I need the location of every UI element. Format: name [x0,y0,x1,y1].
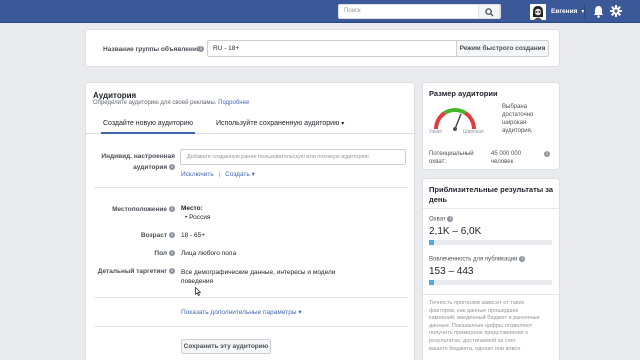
audience-title: Аудитория [93,91,137,100]
gauge-segment-wide [463,111,476,130]
exclude-link[interactable]: Исключить [181,171,214,178]
reach-bar-track [429,240,552,245]
custom-audience-label-1: Индивид. настроенная [101,153,175,160]
gender-label: Пол [154,250,168,257]
engagement-value: 153 – 443 [429,266,474,277]
mouse-cursor-icon [195,287,201,296]
estimated-results-title: Приблизительные результаты за день [429,185,554,204]
engagement-label: Вовлеченность для публикации i [429,256,526,263]
adset-name-input[interactable]: RU - 18+ [207,40,495,57]
detailed-targeting-label: Детальный таргетинг [97,268,168,275]
info-icon[interactable]: i [169,164,175,171]
gauge-segment-narrow [434,111,447,130]
gauge-narrow-label: Узкая [429,129,442,135]
top-bar: Поиск Евгения ▾ [0,0,640,23]
location-label-block: Местоположение i [86,206,175,213]
adset-name-label: Название группы объявлений [103,46,201,53]
info-icon[interactable]: i [198,46,204,52]
age-label-block: Возраст i [86,232,175,239]
adset-name-value: RU - 18+ [213,45,240,52]
info-icon[interactable]: i [169,232,175,239]
section-divider [423,294,561,295]
gauge-segment-good [443,108,467,115]
detailed-label-block: Детальный таргетинг i [86,268,175,275]
engagement-bar-fill [429,280,434,285]
audience-size-title: Размер аудитории [429,89,498,98]
gear-icon[interactable] [610,5,622,17]
learn-more-link[interactable]: Подробнее [218,100,249,106]
custom-audience-label-2: аудитория i [86,162,175,173]
user-name[interactable]: Евгения [551,8,577,15]
tab-saved-audience[interactable]: Используйте сохраненную аудиторию ▾ [216,120,344,127]
gauge-needle-hub [453,127,457,131]
audience-size-card: Размер аудитории Узкая Широкая Выбрана д… [422,82,560,170]
location-item: • Россия [185,214,211,221]
user-menu[interactable]: Евгения ▾ [530,3,584,20]
info-icon[interactable]: i [519,256,526,262]
search-icon [485,8,494,17]
custom-audience-label-block: Индивид. настроенная аудитория i [86,151,175,173]
search-button[interactable] [478,4,500,19]
section-divider [423,208,561,209]
detailed-targeting-line-1: Все демографические данные, интересы и м… [181,269,336,276]
audience-size-description: Выбрана достаточно широкая аудитория. [502,104,534,134]
gauge-needle [454,113,462,130]
potential-reach-value: 45 000 000 человек [491,151,522,165]
audience-card: Аудитория Определите аудиторию для своей… [85,82,416,360]
quick-create-button[interactable]: Режим быстрого создания [456,40,549,57]
bell-icon[interactable] [593,5,604,18]
reach-bar-fill [429,240,434,245]
audience-subtitle-row: Определите аудиторию для своей рекламы. … [93,100,249,106]
info-icon[interactable]: i [544,151,550,157]
section-divider [94,326,408,327]
location-heading: Место: [181,205,203,212]
chevron-down-icon[interactable]: ▾ [252,171,255,178]
search-box[interactable]: Поиск [338,4,501,19]
age-value[interactable]: 18 - 65+ [181,232,205,239]
location-label: Местоположение [112,206,168,213]
gauge-wide-label: Широкая [463,129,484,135]
engagement-bar-track [429,280,552,285]
save-audience-button[interactable]: Сохранить эту аудиторию [181,339,271,354]
gender-value[interactable]: Лица любого пола [181,250,236,257]
section-divider [94,187,408,188]
estimated-results-card: Приблизительные результаты за день Охват… [422,178,561,360]
potential-reach-label: Потенциальный охват: [429,151,474,165]
chevron-down-icon: ▾ [341,121,345,127]
results-note: Точность прогнозов зависит от таких факт… [429,300,540,352]
tab-saved-audience-label: Используйте сохраненную аудиторию [216,120,340,127]
chevron-down-icon: ▾ [298,309,302,316]
info-icon[interactable]: i [169,250,175,257]
tab-new-audience[interactable]: Создайте новую аудиторию [101,120,195,134]
location-value-block[interactable]: Место: • Россия [181,205,210,221]
adset-name-card: Название группы объявлений i RU - 18+ Ре… [85,29,560,67]
reach-value: 2,1K – 6,0K [429,226,482,237]
create-link[interactable]: Создать [225,171,250,178]
avatar [530,3,546,20]
section-divider [94,297,408,298]
info-icon[interactable]: i [447,216,454,222]
custom-audience-placeholder: Добавьте созданную ранее пользовательску… [187,154,369,160]
topbar-divider [584,5,585,18]
age-label: Возраст [140,232,168,239]
detailed-targeting-value[interactable]: Все демографические данные, интересы и м… [181,268,335,286]
custom-audience-input[interactable]: Добавьте созданную ранее пользовательску… [180,149,406,165]
action-separator: | [218,171,221,178]
info-icon[interactable]: i [169,206,175,213]
search-input[interactable]: Поиск [344,8,361,14]
custom-audience-actions: Исключить | Создать ▾ [181,170,255,178]
gender-label-block: Пол i [86,250,175,257]
info-icon[interactable]: i [169,268,175,275]
audience-subtitle: Определите аудиторию для своей рекламы. [93,100,217,106]
more-params-link[interactable]: Показать дополнительные параметры ▾ [181,308,302,316]
detailed-targeting-line-2: поведения [181,278,214,285]
reach-label: Охват i [429,216,454,223]
